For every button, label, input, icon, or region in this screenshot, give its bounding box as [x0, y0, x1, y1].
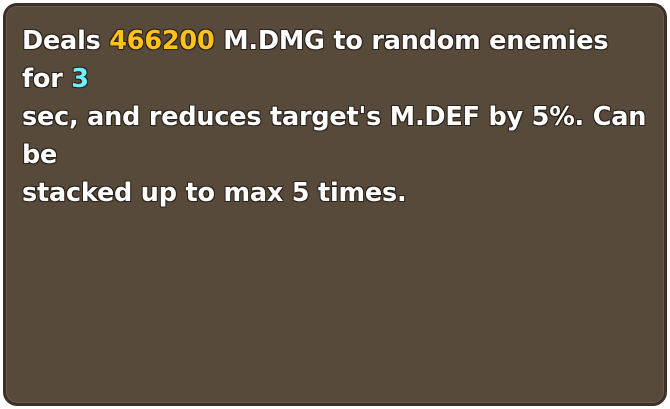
description-line-2: sec, and reduces target's M.DEF by 5%. C…: [22, 102, 647, 170]
damage-value: 466200: [109, 26, 215, 56]
skill-description: Deals 466200 M.DMG to random enemies for…: [22, 22, 652, 212]
description-text: Deals: [22, 26, 110, 56]
description-line-3: stacked up to max 5 times.: [22, 178, 407, 208]
skill-tooltip-panel: Deals 466200 M.DMG to random enemies for…: [3, 3, 667, 406]
duration-value: 3: [71, 64, 89, 94]
